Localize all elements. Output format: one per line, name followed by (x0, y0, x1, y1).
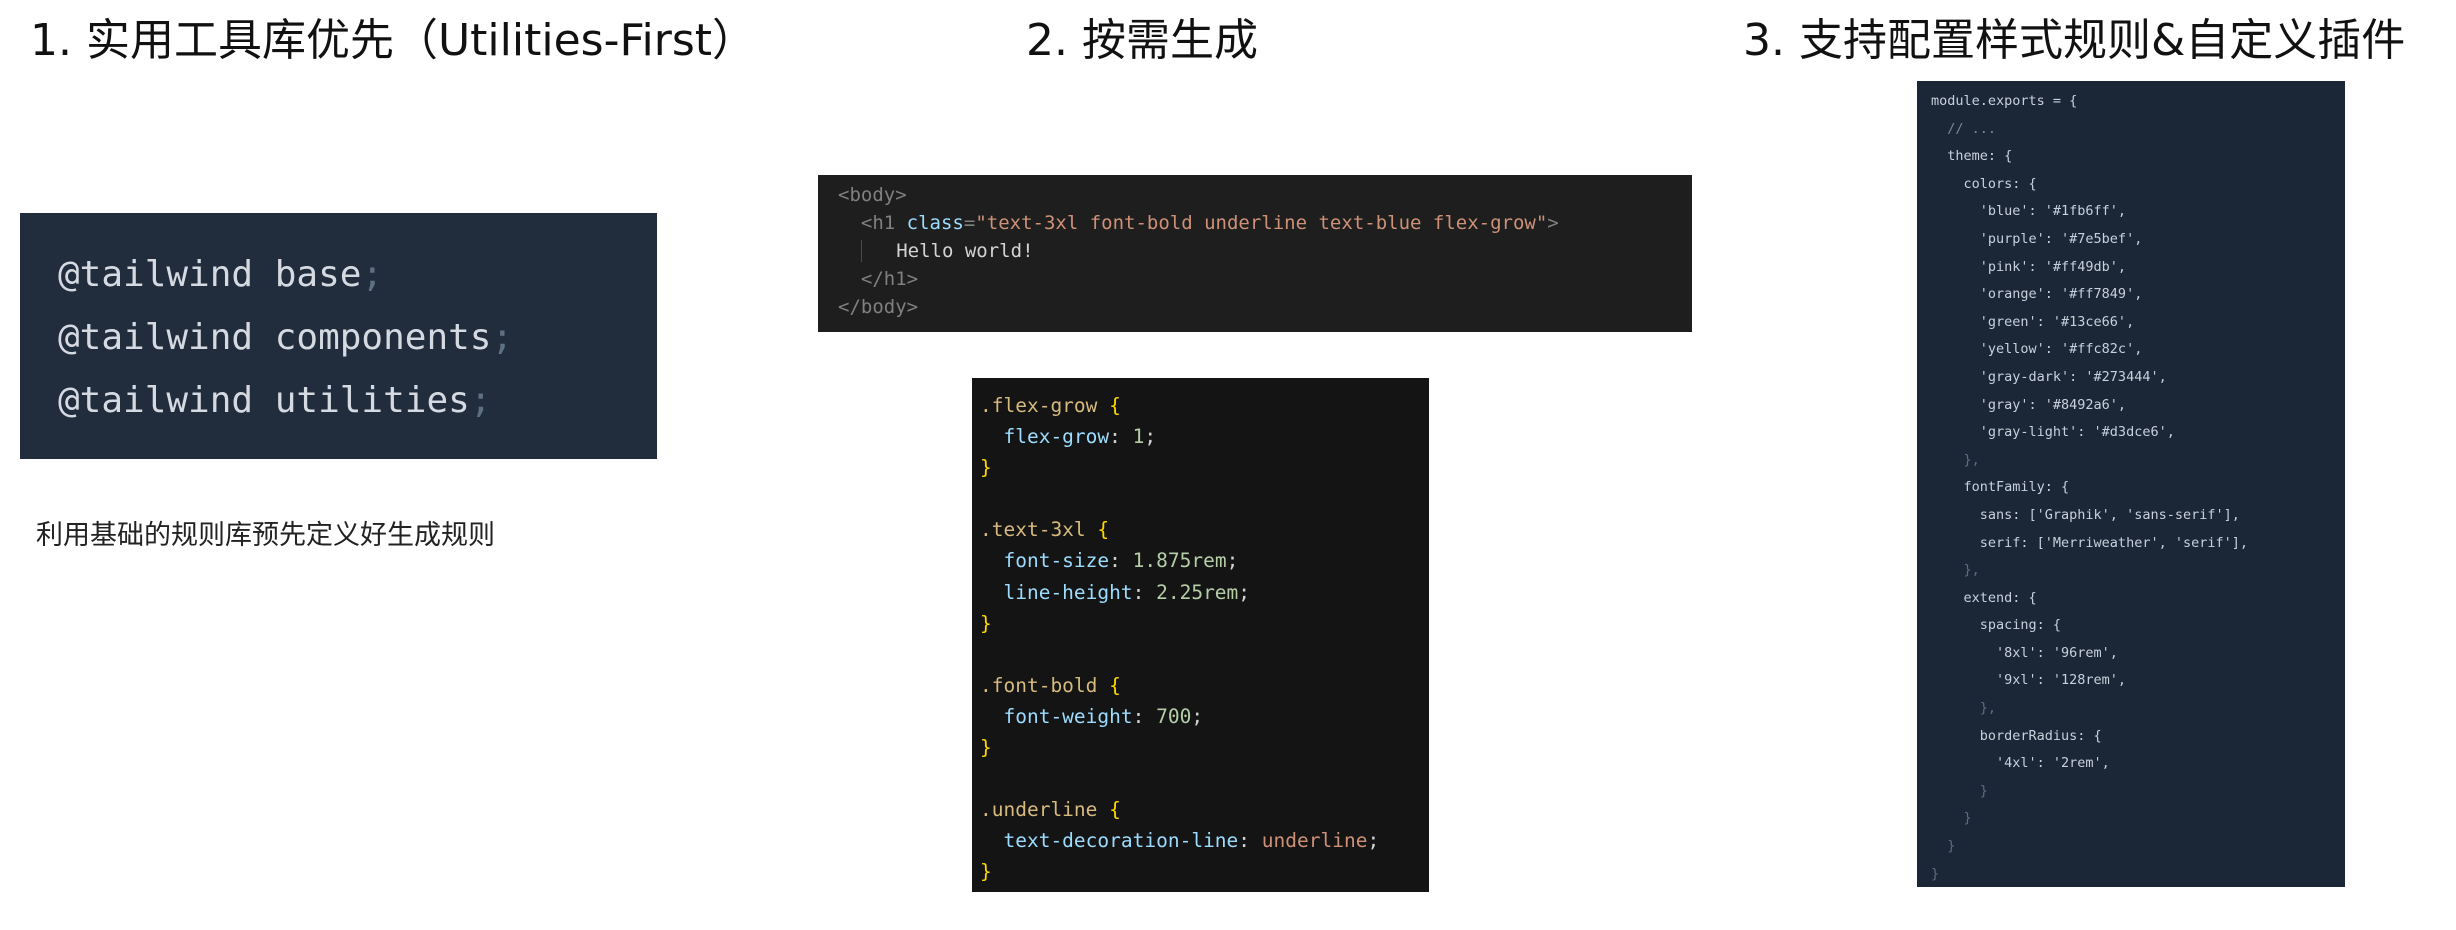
tailwind-config-code-block: module.exports = { // ... theme: { color… (1917, 81, 2345, 887)
css-property: font-weight (1003, 704, 1133, 728)
code-line: } (980, 611, 992, 635)
css-selector: .underline (980, 798, 1098, 822)
code-line: @tailwind components; (58, 306, 657, 369)
caption-text: 利用基础的规则库预先定义好生成规则 (36, 520, 495, 551)
css-property: flex-grow (1003, 425, 1110, 449)
code-line: Hello world! (838, 237, 1692, 265)
config-line: }, (1931, 451, 1980, 468)
code-line: } (980, 456, 992, 480)
config-line: // ... (1931, 120, 1997, 137)
config-line: extend: { (1931, 589, 2037, 606)
config-line: borderRadius: { (1931, 727, 2102, 744)
config-line: } (1931, 810, 1972, 827)
config-line: } (1931, 838, 1956, 855)
semicolon: ; (361, 254, 384, 295)
code-line: @tailwind base; (58, 243, 657, 306)
class-value: "text-3xl font-bold underline text-blue … (975, 212, 1548, 234)
css-value: 700 (1156, 704, 1192, 728)
css-selector: .font-bold (980, 673, 1098, 697)
config-line: '4xl': '2rem', (1931, 755, 2110, 772)
directive-utilities: @tailwind utilities (58, 380, 470, 421)
code-line: .flex-grow { (980, 394, 1121, 417)
directive-components: @tailwind components (58, 317, 492, 358)
code-line: @tailwind utilities; (58, 369, 657, 432)
code-line: font-weight: 700; (1003, 704, 1204, 728)
html-snippet-code-block: <body> <h1 class="text-3xl font-bold und… (818, 175, 1692, 332)
directive-base: @tailwind base (58, 254, 362, 295)
body-open-tag: <body> (838, 184, 907, 206)
config-line: 'purple': '#7e5bef', (1931, 230, 2143, 247)
css-selector: .flex-grow (980, 394, 1098, 417)
config-line: }, (1931, 700, 1997, 717)
semicolon: ; (491, 317, 514, 358)
heading-config-plugins: 3. 支持配置样式规则&自定义插件 (1743, 15, 2406, 66)
css-value: 1 (1132, 425, 1145, 449)
css-value: 1.875rem (1132, 549, 1227, 573)
body-close-tag: </body> (838, 296, 919, 318)
h1-close-tag: </h1> (860, 268, 919, 290)
config-line: '8xl': '96rem', (1931, 644, 2118, 661)
code-line: <h1 class="text-3xl font-bold underline … (860, 212, 1559, 234)
heading-on-demand: 2. 按需生成 (1026, 15, 1258, 66)
config-line: sans: ['Graphik', 'sans-serif'], (1931, 506, 2240, 523)
code-line: </body> (838, 293, 1692, 321)
config-line: serif: ['Merriweather', 'serif'], (1931, 534, 2248, 551)
config-line: spacing: { (1931, 617, 2062, 634)
config-line: 'pink': '#ff49db', (1931, 258, 2127, 275)
code-line: font-size: 1.875rem; (1003, 549, 1239, 573)
hello-text: Hello world! (896, 240, 1034, 262)
config-line: 'gray-light': '#d3dce6', (1931, 424, 2175, 441)
config-line: fontFamily: { (1931, 479, 2070, 496)
config-line: } (1931, 865, 1940, 882)
css-property: line-height (1003, 580, 1133, 604)
config-line: module.exports = { (1931, 93, 2078, 109)
css-property: text-decoration-line (1003, 829, 1239, 853)
code-line: } (980, 860, 992, 884)
generated-css-code-block: .flex-grow { flex-grow: 1; } .text-3xl {… (972, 378, 1429, 892)
config-line: theme: { (1931, 148, 2013, 165)
css-selector: .text-3xl (980, 518, 1086, 542)
config-line: '9xl': '128rem', (1931, 672, 2127, 689)
config-line: colors: { (1931, 175, 2037, 192)
tailwind-directives-code-block: @tailwind base; @tailwind components; @t… (20, 213, 657, 459)
config-line: 'gray-dark': '#273444', (1931, 368, 2167, 385)
config-line: } (1931, 782, 1988, 799)
config-line: 'green': '#13ce66', (1931, 313, 2135, 330)
config-line: 'orange': '#ff7849', (1931, 286, 2143, 303)
code-line: line-height: 2.25rem; (1003, 580, 1251, 604)
config-line: 'yellow': '#ffc82c', (1931, 341, 2143, 358)
code-line: text-decoration-line: underline; (1003, 829, 1380, 853)
code-line: .text-3xl { (980, 518, 1110, 542)
config-line: 'gray': '#8492a6', (1931, 396, 2127, 413)
css-value: 2.25rem (1156, 580, 1239, 604)
config-line: 'blue': '#1fb6ff', (1931, 203, 2127, 220)
code-line: flex-grow: 1; (1003, 425, 1157, 449)
code-line: <body> (838, 181, 1692, 209)
class-attribute: class (906, 212, 964, 234)
css-property: font-size (1003, 549, 1110, 573)
tag-end: > (1547, 212, 1559, 234)
code-line: } (980, 736, 992, 760)
semicolon: ; (469, 380, 492, 421)
heading-utilities-first: 1. 实用工具库优先（Utilities-First） (30, 15, 757, 66)
css-value: underline (1261, 829, 1368, 853)
config-line: }, (1931, 562, 1980, 579)
code-line: </h1> (838, 265, 1692, 293)
h1-open-tag: <h1 (860, 212, 896, 234)
code-line: .font-bold { (980, 673, 1121, 697)
code-line: .underline { (980, 798, 1121, 822)
